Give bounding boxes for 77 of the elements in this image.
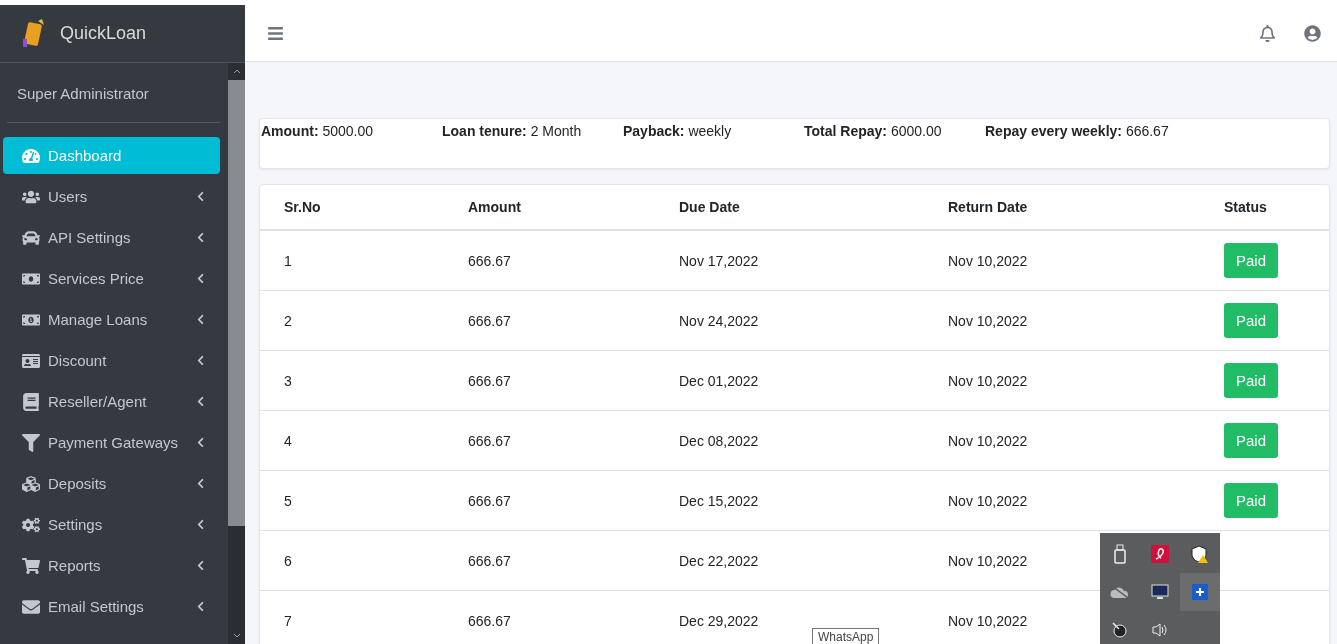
status-badge: Paid [1224, 363, 1279, 398]
table-cell: 666.67 [444, 230, 655, 291]
filter-icon [20, 433, 42, 452]
table-cell: 666.67 [444, 410, 655, 471]
usb-drive-icon[interactable] [1114, 544, 1126, 564]
sidebar-item[interactable]: Email Settings [3, 588, 220, 625]
table-cell: 666.67 [444, 470, 655, 531]
table-cell: 5 [260, 470, 444, 531]
table-cell: 666.67 [444, 350, 655, 411]
table-cell: Nov 10,2022 [924, 350, 1200, 411]
gears-icon [20, 515, 42, 534]
cloud-icon[interactable] [1110, 585, 1130, 599]
summary-item: Payback: weekly [623, 123, 733, 141]
brand-name: QuickLoan [60, 23, 147, 44]
table-cell: 2 [260, 290, 444, 351]
table-cell: 666.67 [444, 290, 655, 351]
book-icon [20, 392, 42, 411]
column-header: Due Date [655, 185, 924, 230]
cubes-icon [20, 474, 42, 493]
tooltip: WhatsApp [812, 628, 880, 644]
status-badge: Paid [1224, 243, 1279, 278]
sidebar-item[interactable]: Reports [3, 547, 220, 584]
scrollbar[interactable] [228, 63, 245, 644]
scroll-down-icon[interactable] [232, 633, 241, 638]
gauge-icon [20, 146, 42, 165]
summary-item: Repay every weekly: 666.67 [985, 123, 1166, 141]
table-cell: Nov 10,2022 [924, 230, 1200, 291]
table-cell: Nov 17,2022 [655, 230, 924, 291]
envelope-icon [20, 597, 42, 616]
speaker-icon[interactable] [1151, 622, 1169, 638]
sidebar-item[interactable]: Deposits [3, 465, 220, 502]
table-cell: Nov 10,2022 [924, 410, 1200, 471]
sidebar-item[interactable]: Manage Loans [3, 301, 220, 338]
table-cell: 1 [260, 230, 444, 291]
menu-icon[interactable] [267, 24, 284, 42]
app-icon[interactable] [1151, 545, 1169, 563]
table-cell: 3 [260, 350, 444, 411]
sidebar-item[interactable]: API Settings [3, 219, 220, 256]
column-header: Status [1200, 185, 1329, 230]
sidebar-item[interactable]: Services Price [3, 260, 220, 297]
status-badge: Paid [1224, 423, 1279, 458]
logo-icon [20, 18, 46, 49]
table-cell: 666.67 [444, 590, 655, 644]
plus-icon[interactable] [1192, 584, 1208, 600]
sidebar-item[interactable]: Discount [3, 342, 220, 379]
table-cell: 4 [260, 410, 444, 471]
column-header: Sr.No [260, 185, 444, 230]
table-cell: 7 [260, 590, 444, 644]
status-badge: Paid [1224, 483, 1279, 518]
sidebar-item[interactable]: Settings [3, 506, 220, 543]
table-cell: Nov 10,2022 [924, 290, 1200, 351]
sidebar-item[interactable]: Users [3, 178, 220, 215]
column-header: Return Date [924, 185, 1200, 230]
cart-icon [20, 556, 42, 575]
monitor-icon[interactable] [1151, 584, 1169, 600]
user-icon[interactable] [1304, 24, 1321, 42]
table-cell: 6 [260, 530, 444, 591]
user-name: Super Administrator [7, 63, 220, 123]
table-cell: Dec 22,2022 [655, 530, 924, 591]
table-cell: Nov 10,2022 [924, 470, 1200, 531]
summary-item: Total Repay: 6000.00 [804, 123, 943, 141]
scroll-up-icon[interactable] [232, 69, 241, 74]
table-cell: Nov 24,2022 [655, 290, 924, 351]
shield-icon[interactable] [1191, 545, 1209, 563]
car-icon [20, 228, 42, 247]
table-cell: 666.67 [444, 530, 655, 591]
sidebar-item[interactable]: Reseller/Agent [3, 383, 220, 420]
status-badge: Paid [1224, 303, 1279, 338]
summary-item: Loan tenure: 2 Month [442, 123, 583, 141]
table-cell: Dec 08,2022 [655, 410, 924, 471]
bell-icon[interactable] [1259, 24, 1276, 42]
id-card-icon [20, 351, 42, 370]
column-header: Amount [444, 185, 655, 230]
table-cell: Dec 15,2022 [655, 470, 924, 531]
table-cell: Dec 01,2022 [655, 350, 924, 411]
summary-item: Amount: 5000.00 [261, 123, 375, 141]
sidebar-item[interactable]: Payment Gateways [3, 424, 220, 461]
